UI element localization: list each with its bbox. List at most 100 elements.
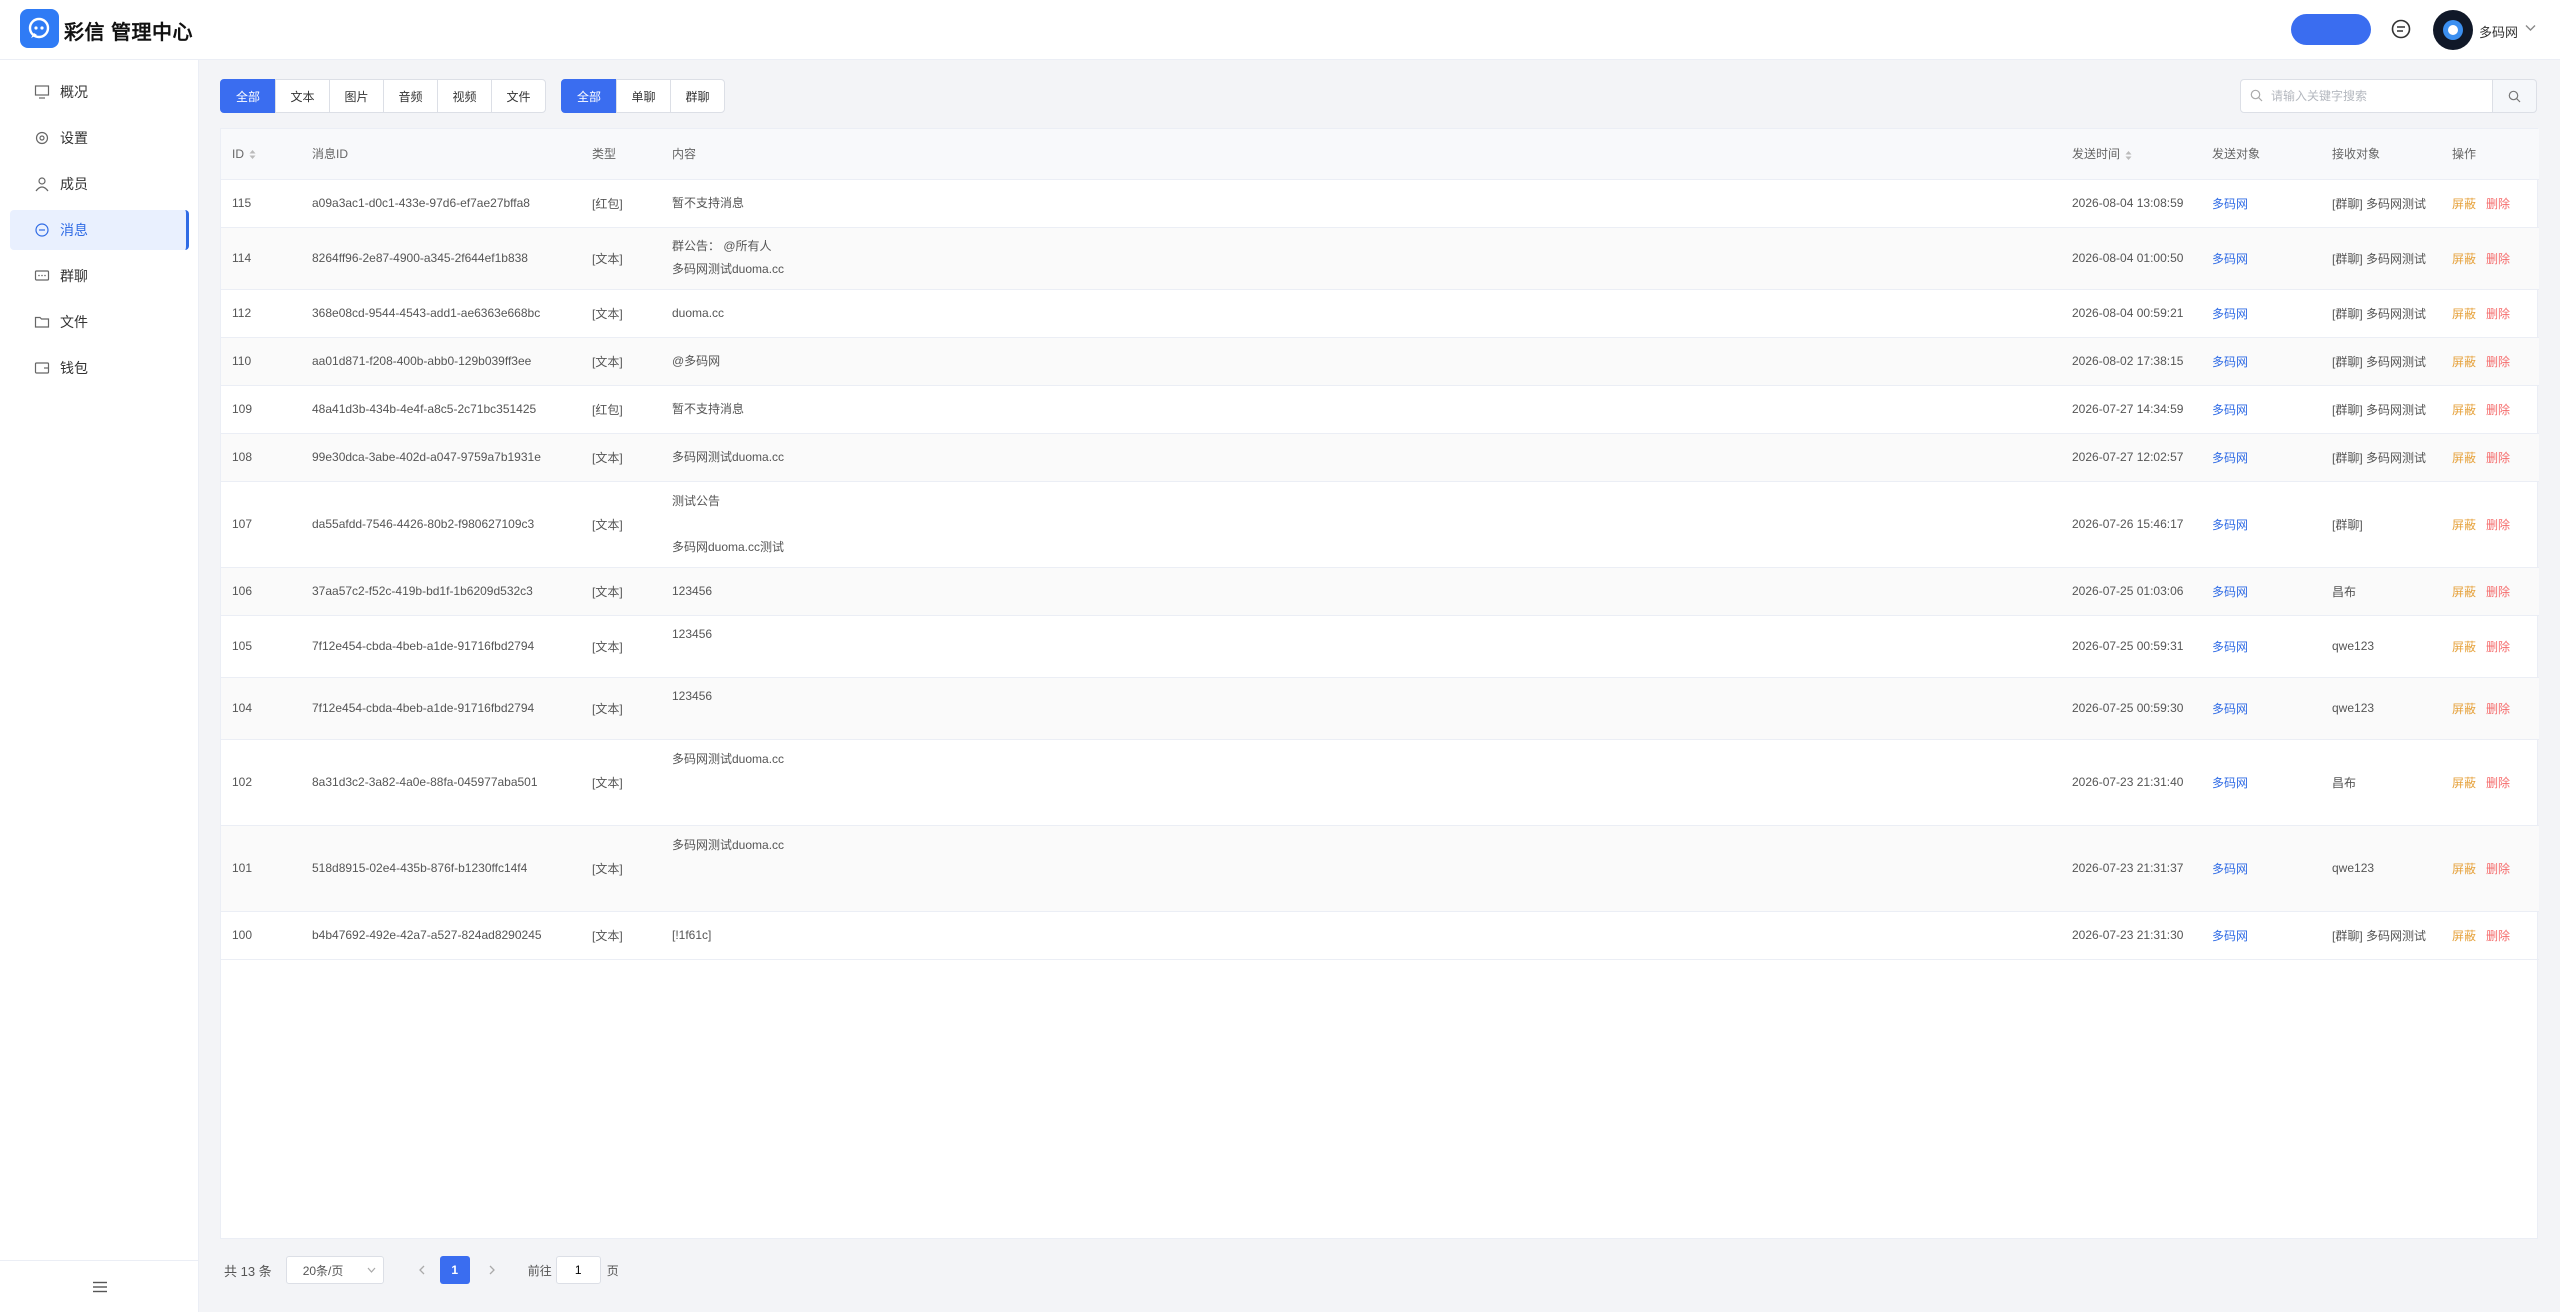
message-icon[interactable] (2390, 18, 2412, 40)
cell-actions: 屏蔽 删除 (2441, 825, 2539, 912)
delete-button[interactable]: 删除 (2486, 702, 2510, 716)
delete-button[interactable]: 删除 (2486, 355, 2510, 369)
cell-sender[interactable]: 多码网 (2201, 337, 2321, 386)
sidebar-item-overview[interactable]: 概况 (10, 72, 189, 112)
chat-filter-group-chat[interactable]: 群聊 (670, 79, 725, 113)
sidebar-item-groups[interactable]: 群聊 (10, 256, 189, 296)
delete-button[interactable]: 删除 (2486, 776, 2510, 790)
cell-actions: 屏蔽 删除 (2441, 911, 2539, 960)
cell-type: [文本] (581, 433, 661, 482)
content-line: @多码网 (672, 353, 721, 368)
cell-sender[interactable]: 多码网 (2201, 567, 2321, 616)
col-time[interactable]: 发送时间 (2061, 129, 2201, 180)
delete-button[interactable]: 删除 (2486, 307, 2510, 321)
type-filter-text[interactable]: 文本 (275, 79, 330, 113)
sidebar-item-files[interactable]: 文件 (10, 302, 189, 342)
cell-sender[interactable]: 多码网 (2201, 227, 2321, 290)
chevron-down-icon[interactable] (2525, 24, 2536, 32)
cell-sender[interactable]: 多码网 (2201, 615, 2321, 678)
delete-button[interactable]: 删除 (2486, 451, 2510, 465)
delete-button[interactable]: 删除 (2486, 862, 2510, 876)
table-row: 108 99e30dca-3abe-402d-a047-9759a7b1931e[… (221, 433, 2539, 482)
chat-filter-all[interactable]: 全部 (561, 79, 617, 113)
search-button[interactable] (2493, 79, 2537, 113)
cell-sender[interactable]: 多码网 (2201, 825, 2321, 912)
block-button[interactable]: 屏蔽 (2452, 403, 2476, 417)
cell-sender[interactable]: 多码网 (2201, 481, 2321, 568)
sort-icon[interactable] (2125, 150, 2132, 161)
page-size-select[interactable]: 20条/页 (285, 1256, 384, 1284)
group-chat-icon (34, 270, 50, 281)
content-line: 测试公告 (672, 493, 721, 508)
cell-sender[interactable]: 多码网 (2201, 677, 2321, 740)
col-id[interactable]: ID (221, 129, 301, 180)
delete-button[interactable]: 删除 (2486, 929, 2510, 943)
sidebar-item-messages[interactable]: 消息 (10, 210, 189, 250)
page-number-current[interactable]: 1 (439, 1256, 470, 1284)
block-button[interactable]: 屏蔽 (2452, 197, 2476, 211)
prev-page-icon[interactable] (414, 1264, 430, 1276)
username-label[interactable]: 多码网 (2479, 22, 2518, 41)
delete-button[interactable]: 删除 (2486, 252, 2510, 266)
type-filter-all[interactable]: 全部 (220, 79, 276, 113)
content-lines: 123456 (672, 580, 2061, 603)
sidebar-item-members[interactable]: 成员 (10, 164, 189, 204)
sidebar-item-label: 钱包 (60, 360, 88, 376)
cell-content: 多码网测试duoma.cc (661, 433, 2061, 482)
delete-button[interactable]: 删除 (2486, 518, 2510, 532)
cell-receiver: [群聊] 多码网测试 (2321, 385, 2441, 434)
cell-sender[interactable]: 多码网 (2201, 433, 2321, 482)
sidebar-item-label: 消息 (60, 222, 88, 238)
block-button[interactable]: 屏蔽 (2452, 862, 2476, 876)
cell-msg-id: 99e30dca-3abe-402d-a047-9759a7b1931e (301, 433, 581, 482)
cell-receiver: qwe123 (2321, 677, 2441, 740)
block-button[interactable]: 屏蔽 (2452, 702, 2476, 716)
delete-button[interactable]: 删除 (2486, 403, 2510, 417)
next-page-icon[interactable] (484, 1264, 500, 1276)
col-receiver: 接收对象 (2321, 129, 2441, 180)
block-button[interactable]: 屏蔽 (2452, 355, 2476, 369)
content-line: 123456 (672, 689, 713, 703)
cell-time: 2026-07-27 14:34:59 (2061, 385, 2201, 434)
cell-id: 106 (221, 567, 301, 616)
block-button[interactable]: 屏蔽 (2452, 929, 2476, 943)
goto-page-input[interactable] (555, 1256, 601, 1284)
block-button[interactable]: 屏蔽 (2452, 776, 2476, 790)
sort-icon[interactable] (249, 149, 256, 160)
cell-sender[interactable]: 多码网 (2201, 911, 2321, 960)
cell-sender[interactable]: 多码网 (2201, 289, 2321, 338)
cell-sender[interactable]: 多码网 (2201, 385, 2321, 434)
table-row: 100 b4b47692-492e-42a7-a527-824ad8290245[… (221, 911, 2539, 960)
search-input[interactable] (2240, 79, 2493, 113)
content-line (672, 880, 2061, 903)
cell-time: 2026-07-26 15:46:17 (2061, 481, 2201, 568)
chat-filter-single[interactable]: 单聊 (616, 79, 671, 113)
block-button[interactable]: 屏蔽 (2452, 307, 2476, 321)
col-type: 类型 (581, 129, 661, 180)
delete-button[interactable]: 删除 (2486, 640, 2510, 654)
cell-actions: 屏蔽 删除 (2441, 615, 2539, 678)
type-filter-file[interactable]: 文件 (491, 79, 546, 113)
block-button[interactable]: 屏蔽 (2452, 640, 2476, 654)
app-logo[interactable] (20, 9, 59, 48)
user-avatar[interactable] (2433, 10, 2473, 50)
cell-sender[interactable]: 多码网 (2201, 179, 2321, 228)
menu-collapse-icon[interactable] (92, 1281, 108, 1293)
table-row: 107 da55afdd-7546-4426-80b2-f980627109c3[… (221, 481, 2539, 568)
cell-sender[interactable]: 多码网 (2201, 739, 2321, 826)
header-action-button[interactable] (2291, 14, 2371, 45)
type-filter-image[interactable]: 图片 (329, 79, 384, 113)
block-button[interactable]: 屏蔽 (2452, 451, 2476, 465)
sidebar-item-label: 成员 (60, 176, 88, 192)
block-button[interactable]: 屏蔽 (2452, 252, 2476, 266)
sidebar-item-settings[interactable]: 设置 (10, 118, 189, 158)
type-filter-video[interactable]: 视频 (437, 79, 492, 113)
delete-button[interactable]: 删除 (2486, 197, 2510, 211)
sidebar-item-wallet[interactable]: 钱包 (10, 348, 189, 388)
block-button[interactable]: 屏蔽 (2452, 518, 2476, 532)
delete-button[interactable]: 删除 (2486, 585, 2510, 599)
type-filter-group: 全部 文本 图片 音频 视频 文件 (220, 79, 546, 113)
cell-actions: 屏蔽 删除 (2441, 739, 2539, 826)
block-button[interactable]: 屏蔽 (2452, 585, 2476, 599)
type-filter-audio[interactable]: 音频 (383, 79, 438, 113)
